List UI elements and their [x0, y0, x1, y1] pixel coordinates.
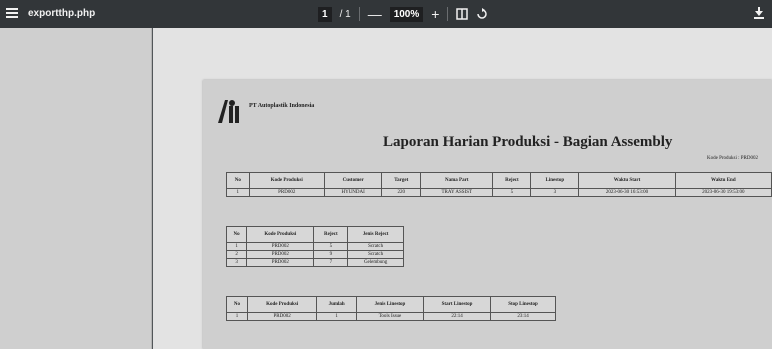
table-row: 2 PRD002 9 Scratch: [225, 250, 404, 259]
thumbnail-sidebar[interactable]: [0, 28, 152, 349]
table-cell: 2: [225, 250, 248, 259]
column-header: Nama Part: [420, 172, 494, 189]
zoom-out-button[interactable]: —: [368, 7, 382, 21]
column-header: Waktu Start: [578, 172, 676, 189]
pdf-toolbar: exportthp.php 1 / 1 — 100% +: [0, 0, 772, 28]
table-cell: 7: [313, 258, 349, 267]
table-cell: 5: [313, 242, 349, 251]
toolbar-center: 1 / 1 — 100% +: [318, 4, 488, 24]
table-cell: HYUNDAI: [323, 188, 383, 197]
table-row: 1 PRD002 1 Tools Issue 22:14 23:14: [226, 312, 556, 321]
column-header: Kode Produksi: [246, 296, 318, 313]
rotate-icon[interactable]: [476, 8, 488, 20]
table-cell: PRD002: [246, 312, 318, 321]
column-header: Jenis Reject: [347, 226, 404, 243]
column-header: Reject: [313, 226, 349, 243]
table-cell: Tools Issue: [355, 312, 425, 321]
table-row: 3 PRD002 7 Gelembung: [225, 258, 404, 267]
table-row: 1 PRD002 5 Scratch: [225, 242, 404, 251]
column-header: Stop Linestop: [490, 296, 556, 313]
fit-page-icon[interactable]: [456, 8, 469, 20]
toolbar-divider: [358, 7, 360, 21]
table-cell: PRD002: [246, 258, 315, 267]
document-title: exportthp.php: [28, 8, 96, 19]
table-header-row: No Kode Produksi Reject Jenis Reject: [225, 226, 404, 243]
table-cell: 1: [226, 312, 248, 321]
table-cell: 220: [381, 188, 422, 197]
report-title: Laporan Harian Produksi - Bagian Assembl…: [383, 134, 673, 150]
table-cell: Scratch: [347, 242, 404, 251]
table-cell: 5: [492, 188, 532, 197]
menu-icon[interactable]: [6, 8, 18, 18]
toolbar-divider: [447, 7, 449, 21]
zoom-level[interactable]: 100%: [389, 6, 424, 22]
table-cell: 3: [530, 188, 580, 197]
company-logo: [218, 100, 239, 123]
production-table: No Kode Produksi Customer Target Nama Pa…: [226, 172, 772, 197]
column-header: Start Linestop: [422, 296, 492, 313]
document-viewer[interactable]: PT Autoplastik Indonesia Laporan Harian …: [153, 28, 772, 349]
column-header: Jumlah: [316, 296, 357, 313]
table-header-row: No Kode Produksi Customer Target Nama Pa…: [226, 172, 772, 189]
linestop-table: No Kode Produksi Jumlah Jenis Linestop S…: [226, 296, 556, 321]
current-page-input[interactable]: 1: [318, 6, 332, 22]
page-total: / 1: [339, 8, 351, 20]
download-icon[interactable]: [754, 7, 764, 19]
production-code-label: Kode Produksi : PRD002: [707, 156, 758, 161]
column-header: Target: [381, 172, 422, 189]
table-header-row: No Kode Produksi Jumlah Jenis Linestop S…: [226, 296, 556, 313]
table-cell: PRD002: [246, 250, 315, 259]
table-cell: PRD002: [246, 242, 315, 251]
column-header: Kode Produksi: [248, 172, 325, 189]
table-row: 1 PRD002 HYUNDAI 220 TRAY ASSIST 5 3 202…: [226, 188, 772, 197]
table-cell: Scratch: [347, 250, 404, 259]
table-cell: 1: [316, 312, 357, 321]
table-cell: 23:14: [490, 312, 556, 321]
zoom-in-button[interactable]: +: [431, 7, 439, 21]
column-header: Linestop: [530, 172, 580, 189]
column-header: No: [225, 226, 248, 243]
column-header: Customer: [323, 172, 383, 189]
table-cell: 1: [225, 242, 248, 251]
table-cell: 1: [226, 188, 250, 197]
table-cell: PRD002: [248, 188, 325, 197]
reject-table: No Kode Produksi Reject Jenis Reject 1 P…: [225, 226, 404, 267]
pdf-page: PT Autoplastik Indonesia Laporan Harian …: [203, 80, 772, 349]
table-cell: 2023-06-30 16:53:00: [578, 188, 676, 197]
table-cell: 3: [225, 258, 248, 267]
column-header: Waktu End: [674, 172, 772, 189]
table-cell: Gelembung: [347, 258, 404, 267]
table-cell: TRAY ASSIST: [420, 188, 494, 197]
table-cell: 2023-06-30 19:53:00: [674, 188, 772, 197]
column-header: Jenis Linestop: [355, 296, 425, 313]
company-name: PT Autoplastik Indonesia: [249, 103, 315, 109]
toolbar-right: [754, 7, 764, 19]
table-cell: 9: [313, 250, 349, 259]
column-header: No: [226, 296, 248, 313]
column-header: No: [226, 172, 250, 189]
column-header: Reject: [492, 172, 532, 189]
table-cell: 22:14: [422, 312, 492, 321]
column-header: Kode Produksi: [246, 226, 315, 243]
